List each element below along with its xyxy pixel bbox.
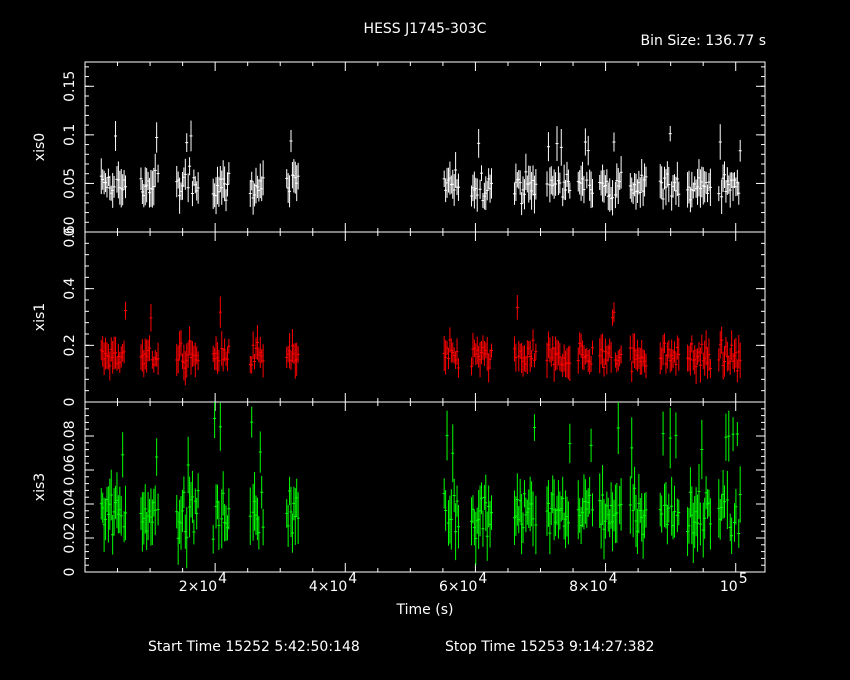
- x-tick-label: 2×10 4: [179, 571, 227, 595]
- x-tick-label-base: 2×10: [179, 579, 217, 595]
- panel-xis0: 00.050.10.15xis0: [32, 61, 766, 236]
- x-tick-label-exponent: 4: [218, 571, 227, 587]
- y-axis-label-xis0: xis0: [32, 133, 48, 161]
- bin-size-label: Bin Size: 136.77 s: [641, 33, 766, 49]
- y-axis-label-xis1: xis1: [32, 303, 48, 331]
- x-tick-label-base: 10: [720, 579, 738, 595]
- stop-time-label: Stop Time 15253 9:14:27:382: [445, 639, 654, 655]
- y-axis-label-xis3: xis3: [32, 473, 48, 501]
- x-tick-label-exponent: 4: [348, 571, 357, 587]
- y-tick-label-xis1: 0: [62, 398, 78, 407]
- y-tick-label-xis0: 0.05: [62, 168, 78, 199]
- light-curve-figure: HESS J1745-303C Bin Size: 136.77 s 0 0.05…: [32, 21, 766, 655]
- x-tick-label-base: 4×10: [309, 579, 347, 595]
- panel-xis1: 0 0.2 0.4 0.60 xis1: [32, 216, 766, 407]
- y-tick-label-xis1: 0.2: [62, 334, 78, 356]
- y-tick-label-xis3: 0.02: [62, 522, 78, 553]
- x-tick-label-exponent: 4: [609, 571, 618, 587]
- series-xis3: [99, 402, 742, 569]
- x-tick-label: 10 5: [720, 571, 748, 595]
- x-tick-label-exponent: 4: [478, 571, 487, 587]
- y-tick-label-xis1: 0.60: [62, 216, 78, 247]
- start-time-label: Start Time 15252 5:42:50:148: [148, 639, 360, 655]
- x-tick-label: 4×10 4: [309, 571, 357, 595]
- y-tick-label-xis1: 0.4: [62, 277, 78, 299]
- chart-title: HESS J1745-303C: [364, 21, 487, 37]
- y-tick-label-xis3: 0: [62, 568, 78, 577]
- x-tick-label: 8×10 4: [569, 571, 617, 595]
- x-tick-label-base: 6×10: [439, 579, 477, 595]
- y-tick-label-xis3: 0.04: [62, 488, 78, 519]
- panels: 00.050.10.15xis000.20.40.60xis100.020.04…: [32, 61, 766, 577]
- panel-xis3: 0 0.02 0.04 0.06 0.08 xis3: [32, 401, 766, 577]
- x-tick-label-exponent: 5: [739, 571, 748, 587]
- y-tick-label-xis3: 0.06: [62, 454, 78, 485]
- series-xis1: [99, 295, 742, 386]
- y-tick-label-xis0: 0.15: [62, 71, 78, 102]
- x-tick-label-base: 8×10: [569, 579, 607, 595]
- x-tick-label: 6×10 4: [439, 571, 487, 595]
- y-tick-label-xis3: 0.08: [62, 420, 78, 451]
- x-axis-label: Time (s): [396, 602, 454, 618]
- x-axis: 2×10 4 4×10 4 6×10 4 8×10 4 10 5: [179, 571, 748, 595]
- series-xis0: [99, 120, 742, 216]
- y-tick-label-xis0: 0.1: [62, 124, 78, 146]
